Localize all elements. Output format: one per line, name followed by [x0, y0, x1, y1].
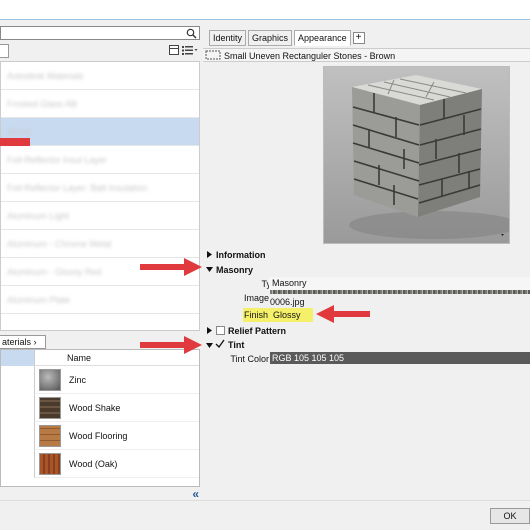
library-row[interactable]: Aluminum - Chrome Metal	[1, 230, 199, 258]
tab-graphics[interactable]: Graphics	[248, 30, 293, 46]
section-tint[interactable]: Tint	[228, 340, 244, 350]
annotation-arrow-finish	[316, 305, 370, 323]
ok-button[interactable]: OK	[490, 508, 530, 524]
material-swatch	[39, 369, 61, 391]
add-tab-button[interactable]: +	[352, 32, 365, 44]
materials-crumb-label: aterials	[2, 337, 32, 347]
type-select[interactable]: Masonry	[269, 277, 530, 290]
library-row-label: Aluminum Plate	[7, 294, 71, 305]
image-thumbnail-strip[interactable]	[270, 290, 530, 294]
library-row[interactable]: Aluminum Plate	[1, 286, 199, 314]
material-swatch	[39, 453, 61, 475]
image-file-name[interactable]: 0006.jpg	[270, 297, 305, 307]
library-row-label: Foil-Reflector Layer: Batt Insulation	[7, 182, 148, 193]
collapse-pane-button[interactable]: «	[192, 487, 199, 501]
library-breadcrumb	[0, 43, 200, 59]
material-name: Zinc	[69, 375, 87, 385]
collapse-arrow-icon[interactable]	[206, 266, 213, 273]
library-row-label: Aluminum - Chrome Metal	[7, 238, 112, 249]
materials-crumb[interactable]: aterials ›	[0, 335, 46, 349]
library-row[interactable]: Foil-Reflector Layer: Batt Insulation	[1, 174, 199, 202]
library-row-label: Stone	[7, 126, 31, 137]
tab-appearance[interactable]: Appearance	[294, 30, 351, 46]
breadcrumb-arrow[interactable]	[0, 44, 9, 58]
material-editor-pane: Identity Graphics Appearance + Small Une…	[203, 21, 530, 500]
library-row-label: Aluminum Light	[7, 210, 70, 221]
editor-tabs: Identity Graphics Appearance +	[209, 30, 365, 46]
asset-swap-icon[interactable]	[205, 50, 221, 60]
tint-checkmark-icon[interactable]	[215, 339, 225, 349]
library-row[interactable]: Aluminum Light	[1, 202, 199, 230]
materials-table: Name Zinc Wood Shake Wood Flooring Wood …	[0, 349, 200, 487]
material-row[interactable]: Zinc	[34, 366, 199, 394]
library-row-label: Autodesk Materials	[7, 70, 84, 81]
library-row-label: Frosted Glass AB	[7, 98, 78, 109]
materials-strip	[1, 350, 34, 366]
panel-toggle-icon[interactable]	[169, 45, 179, 55]
material-name: Wood Flooring	[69, 431, 128, 441]
material-name: Wood (Oak)	[69, 459, 118, 469]
stone-cube-render	[349, 75, 509, 239]
material-row[interactable]: Wood Flooring	[34, 422, 199, 450]
section-masonry[interactable]: Masonry	[216, 265, 253, 275]
library-row[interactable]: Autodesk Materials	[1, 62, 199, 90]
asset-title-bar: Small Uneven Rectanguler Stones - Brown	[203, 48, 530, 62]
collapse-arrow-icon[interactable]	[206, 342, 213, 349]
list-view-icon[interactable]	[182, 45, 198, 55]
asset-title: Small Uneven Rectanguler Stones - Brown	[224, 51, 396, 61]
library-row[interactable]: Frosted Glass AB	[1, 90, 199, 118]
finish-select[interactable]: Glossy	[273, 310, 301, 320]
material-swatch	[39, 425, 61, 447]
library-list: Autodesk Materials Frosted Glass AB Ston…	[0, 61, 200, 331]
annotation-arrow-tint	[140, 336, 202, 354]
annotation-arrow-masonry	[140, 258, 202, 276]
material-swatch	[39, 397, 61, 419]
material-row[interactable]: Wood (Oak)	[34, 450, 199, 478]
material-row[interactable]: Wood Shake	[34, 394, 199, 422]
expand-arrow-icon[interactable]	[206, 251, 213, 258]
section-information[interactable]: Information	[216, 250, 266, 260]
search-icon	[186, 28, 197, 39]
annotation-arrow-tail	[0, 138, 30, 146]
material-name: Wood Shake	[69, 403, 121, 413]
library-row[interactable]: Foil-Reflector Insul Layer	[1, 146, 199, 174]
library-row-label: Foil-Reflector Insul Layer	[7, 154, 108, 165]
material-preview[interactable]	[323, 66, 510, 244]
section-relief-pattern[interactable]: Relief Pattern	[228, 326, 286, 336]
material-browser-window: Autodesk Materials Frosted Glass AB Ston…	[0, 0, 530, 530]
dialog-footer: OK	[0, 500, 530, 530]
finish-label: Finish	[243, 310, 268, 320]
relief-checkbox[interactable]	[216, 326, 225, 335]
tint-color-swatch[interactable]: RGB 105 105 105	[270, 352, 530, 364]
image-label: Image	[243, 293, 269, 303]
library-row-selected[interactable]: Stone	[1, 118, 199, 146]
window-top-bar	[0, 0, 530, 20]
tab-identity[interactable]: Identity	[209, 30, 247, 46]
library-row-label: Aluminum - Glossy Red	[7, 266, 102, 277]
search-input[interactable]	[0, 26, 200, 40]
tint-color-label: Tint Color	[230, 354, 269, 364]
expand-arrow-icon[interactable]	[206, 327, 213, 334]
